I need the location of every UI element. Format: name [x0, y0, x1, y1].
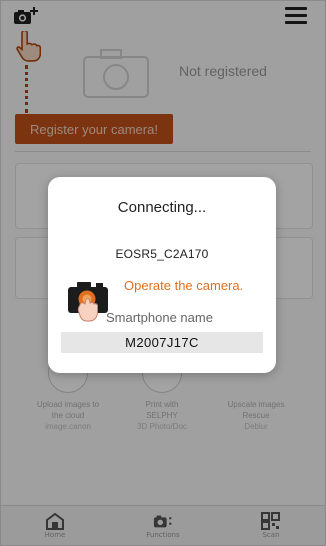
smartphone-name-label: Smartphone name	[106, 310, 213, 325]
operate-camera-icon	[66, 277, 110, 323]
smartphone-name-field: M2007J17C	[61, 332, 263, 353]
dialog-title: Connecting...	[117, 199, 207, 216]
connecting-dialog: Connecting... EOSR5_C2A170 Operate the c…	[48, 177, 276, 373]
operate-instruction: Operate the camera.	[124, 278, 244, 293]
camera-name: EOSR5_C2A170	[115, 247, 209, 261]
